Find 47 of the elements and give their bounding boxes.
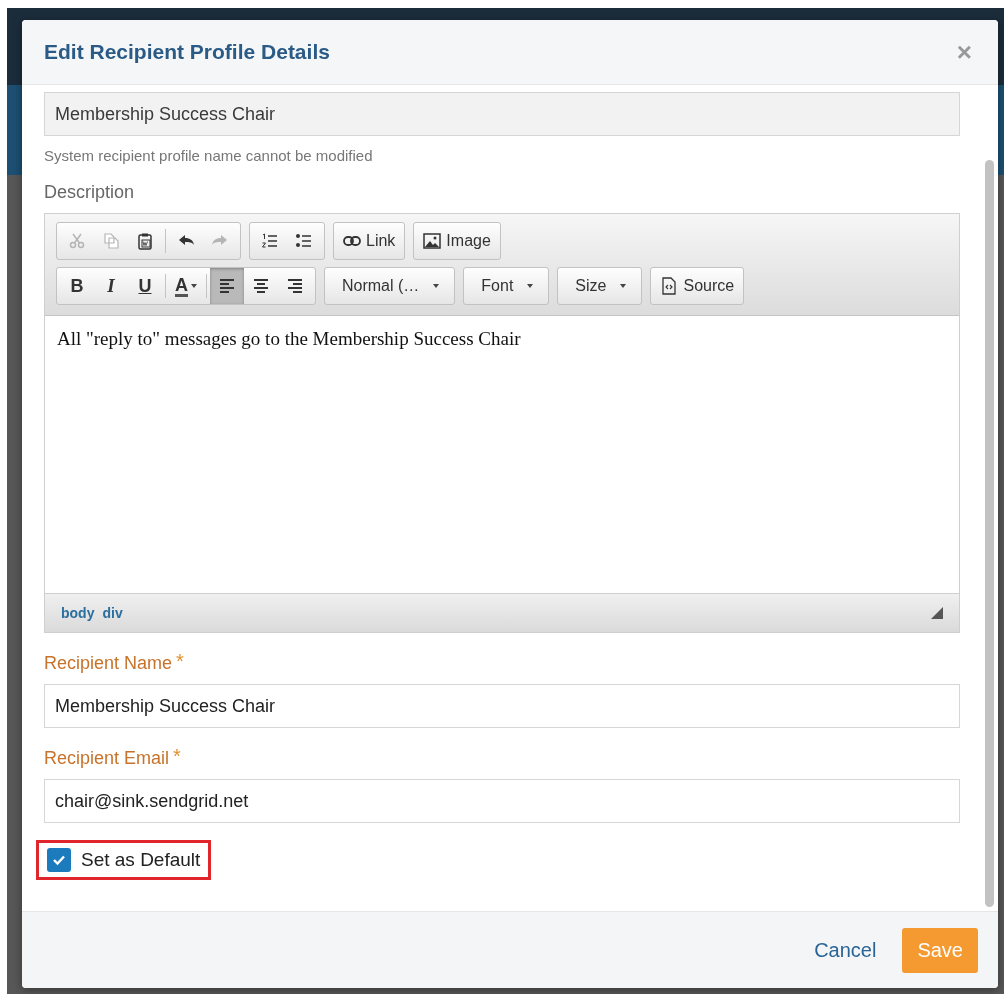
- dialog-title: Edit Recipient Profile Details: [44, 40, 330, 64]
- paste-word-icon: [136, 232, 154, 250]
- checkbox[interactable]: [47, 848, 71, 872]
- bold-button[interactable]: B: [60, 271, 94, 301]
- cancel-link[interactable]: Cancel: [814, 938, 877, 962]
- required-mark: *: [173, 748, 181, 764]
- dropdown-label: Normal (…: [342, 277, 420, 295]
- field-label: Description: [44, 182, 136, 203]
- dropdown[interactable]: Normal (…: [328, 268, 452, 304]
- scissors-icon: [68, 232, 86, 250]
- required-mark: *: [176, 653, 184, 669]
- input-field[interactable]: Membership Success Chair: [44, 684, 960, 728]
- bulleted-list-icon: [295, 232, 313, 250]
- numbered-list-icon: [261, 232, 279, 250]
- field-label: Recipient Name: [44, 653, 173, 674]
- element-path-link[interactable]: body: [61, 605, 95, 621]
- input-field[interactable]: chair@sink.sendgrid.net: [44, 779, 960, 823]
- caret-icon: [620, 284, 627, 288]
- toolbar-button[interactable]: [210, 268, 244, 304]
- dropdown-label: Size: [575, 277, 607, 295]
- toolbar-button[interactable]: Image: [417, 226, 497, 256]
- dropdown-label: Font: [481, 277, 514, 295]
- text-color-letter: A: [175, 275, 188, 297]
- text-color-button[interactable]: A: [169, 271, 203, 301]
- caret-icon: [527, 284, 534, 288]
- align-right-icon: [286, 277, 304, 295]
- field-label: Recipient Email: [44, 748, 170, 769]
- document-icon: [660, 277, 679, 295]
- dropdown[interactable]: Size: [561, 268, 639, 304]
- align-left-icon: [218, 277, 236, 295]
- help-text: System recipient profile name cannot be modified: [44, 147, 374, 164]
- underline-button[interactable]: U: [128, 271, 162, 301]
- copy-icon: [102, 232, 120, 250]
- toolbar-button[interactable]: Source: [654, 271, 741, 301]
- element-path-link[interactable]: div: [102, 605, 123, 621]
- editor-text: All "reply to" messages go to the Membership Success Chair: [56, 327, 522, 351]
- resize-grip-icon[interactable]: [931, 607, 943, 619]
- italic-button[interactable]: I: [94, 271, 128, 301]
- checkbox-label: Set as Default: [81, 849, 201, 871]
- dropdown[interactable]: Font: [467, 268, 546, 304]
- rich-text-editor[interactable]: Link Image B I U A Normal (… Font Size Source All "reply to" messages go to the Membership Success Chair body div: [44, 213, 960, 633]
- caret-icon: [191, 284, 197, 288]
- image-icon: [423, 232, 442, 250]
- toolbar-button[interactable]: Link: [337, 226, 402, 256]
- scrollbar-thumb[interactable]: [985, 160, 994, 907]
- caret-icon: [433, 284, 440, 288]
- align-center-icon: [252, 277, 270, 295]
